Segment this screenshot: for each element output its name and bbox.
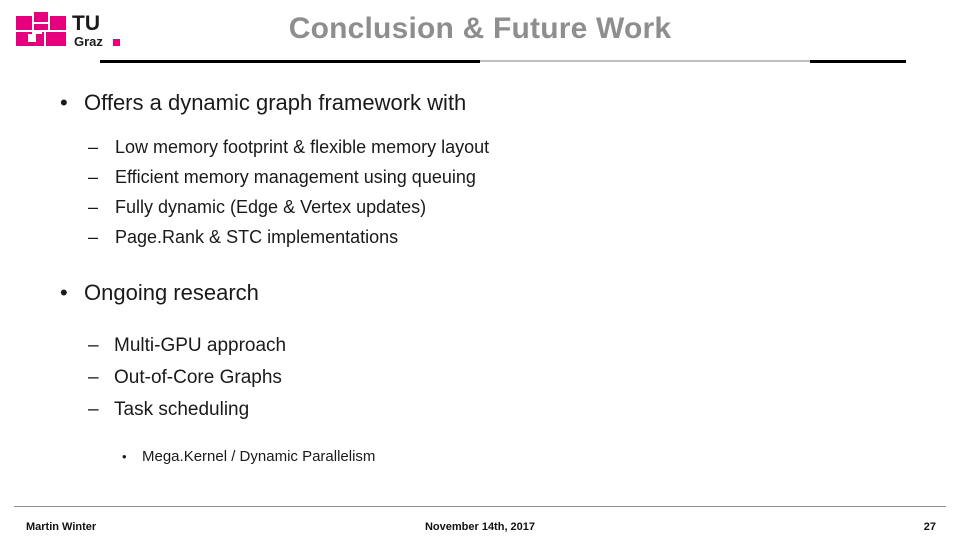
list-item-label: Task scheduling <box>114 399 250 420</box>
bullet-icon: • <box>122 449 127 464</box>
section-heading-1: • Offers a dynamic graph framework with <box>0 88 960 118</box>
dash-icon: – <box>88 335 99 356</box>
dash-icon: – <box>88 197 99 217</box>
list-item-label: Page.Rank & STC implementations <box>115 227 399 247</box>
slide-content: • Offers a dynamic graph framework with … <box>0 88 960 468</box>
list-item: – Low memory footprint & flexible memory… <box>0 134 960 160</box>
list-item: – Efficient memory management using queu… <box>0 164 960 190</box>
section-heading-2-text: Ongoing research <box>84 280 259 305</box>
list-item-label: Fully dynamic (Edge & Vertex updates) <box>115 197 427 217</box>
list-item: – Out-of-Core Graphs <box>0 364 960 392</box>
list-item: – Task scheduling <box>0 396 960 424</box>
list-item: – Page.Rank & STC implementations <box>0 224 960 250</box>
list-item-label: Out-of-Core Graphs <box>114 367 282 388</box>
header-rule-left <box>100 60 480 63</box>
list-item-label: Multi-GPU approach <box>114 335 287 356</box>
bullet-icon: • <box>60 90 68 115</box>
bullet-icon: • <box>60 280 68 305</box>
sub-list-item: • Mega.Kernel / Dynamic Parallelism <box>0 446 960 468</box>
page-title: Conclusion & Future Work <box>288 12 672 45</box>
list-item: – Multi-GPU approach <box>0 332 960 360</box>
footer-page-number: 27 <box>923 521 936 533</box>
footer-date: November 14th, 2017 <box>424 521 536 533</box>
dash-icon: – <box>88 399 99 420</box>
footer-divider <box>14 506 946 507</box>
list-item: – Fully dynamic (Edge & Vertex updates) <box>0 194 960 220</box>
section-heading-1-text: Offers a dynamic graph framework with <box>84 90 467 115</box>
sub-list-item-label: Mega.Kernel / Dynamic Parallelism <box>142 448 376 465</box>
dash-icon: – <box>88 227 99 247</box>
dash-icon: – <box>88 367 99 388</box>
dash-icon: – <box>88 137 99 157</box>
dash-icon: – <box>88 167 99 187</box>
list-item-label: Low memory footprint & flexible memory l… <box>115 137 490 157</box>
section-heading-2: • Ongoing research <box>0 278 960 308</box>
header-rule-middle <box>480 60 810 62</box>
header-rule-right <box>810 60 906 63</box>
list-item-label: Efficient memory management using queuin… <box>115 167 476 187</box>
